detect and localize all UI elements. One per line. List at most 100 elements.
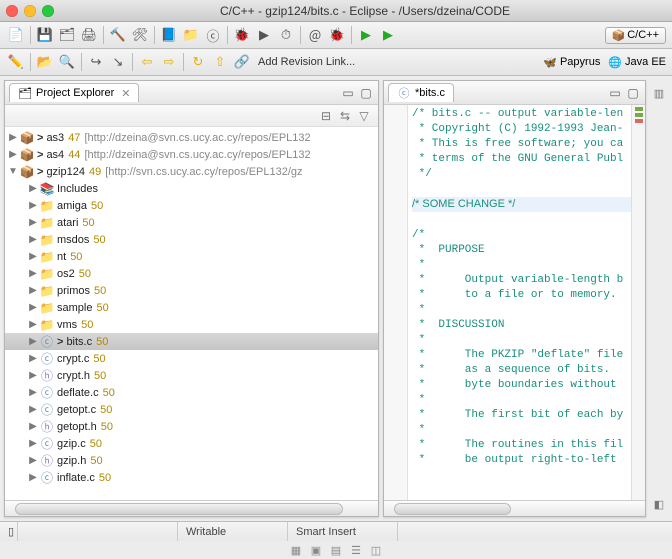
collapse-all-icon[interactable]: ⊟: [318, 108, 334, 124]
right-trim: ▥ ◧: [650, 80, 668, 517]
svn-update-icon[interactable]: ↻: [188, 52, 208, 72]
step-over-icon[interactable]: ↪: [86, 52, 106, 72]
zoom-window-button[interactable]: [42, 5, 54, 17]
editor-scrollbar-h[interactable]: [384, 500, 645, 516]
outline-view-icon[interactable]: ◧: [652, 497, 666, 511]
save-all-button[interactable]: 🗂: [57, 25, 77, 45]
svn-link-icon[interactable]: 🔗: [232, 52, 252, 72]
new-cpp-button[interactable]: 📘: [159, 25, 179, 45]
tree-node[interactable]: ▶📚Includes: [5, 180, 378, 197]
fastview-problems-icon[interactable]: ▦: [289, 543, 303, 557]
cpp-perspective-icon: 📦: [612, 29, 626, 42]
explorer-tabbar: 🗂 Project Explorer ✕ ▭ ▢: [5, 81, 378, 105]
tree-node[interactable]: ▶📁sample50: [5, 299, 378, 316]
tree-node[interactable]: ▶ⓒ>bits.c50: [5, 333, 378, 350]
tree-node[interactable]: ▶ⓒcrypt.c50: [5, 350, 378, 367]
run-button[interactable]: ▶: [254, 25, 274, 45]
tree-node[interactable]: ▶ⓒinflate.c50: [5, 469, 378, 486]
open-folder-icon[interactable]: 📂: [35, 52, 55, 72]
tree-node[interactable]: ▶ⓗgzip.h50: [5, 452, 378, 469]
editor-tab-label: *bits.c: [415, 87, 445, 99]
status-spacer: [18, 522, 178, 541]
overview-ruler[interactable]: [631, 105, 645, 500]
fastview-console-icon[interactable]: ▤: [329, 543, 343, 557]
c-file-icon: ⓒ: [397, 86, 411, 100]
main-area: 🗂 Project Explorer ✕ ▭ ▢ ⊟ ⇆ ▽ ▶📦>as347[…: [0, 76, 672, 521]
window-controls: [6, 5, 54, 17]
svn-commit-icon[interactable]: ⇧: [210, 52, 230, 72]
tree-node[interactable]: ▶📁os250: [5, 265, 378, 282]
editor-minimize-icon[interactable]: ▭: [607, 85, 623, 101]
editor-gutter: [384, 105, 408, 500]
maximize-view-icon[interactable]: ▢: [358, 85, 374, 101]
view-menu-icon[interactable]: ▽: [356, 108, 372, 124]
tree-node[interactable]: ▶📁atari50: [5, 214, 378, 231]
project-root[interactable]: ▶📦>as444[http://dzeina@svn.cs.ucy.ac.cy/…: [5, 146, 378, 163]
add-revision-link[interactable]: Add Revision Link...: [254, 56, 359, 68]
restore-view-icon[interactable]: ▥: [652, 86, 666, 100]
tree-node[interactable]: ▶ⓒgetopt.c50: [5, 401, 378, 418]
editor-maximize-icon[interactable]: ▢: [625, 85, 641, 101]
javaee-icon: 🌐: [608, 56, 622, 69]
run-external-button[interactable]: ▶: [378, 25, 398, 45]
project-root[interactable]: ▶📦>as347[http://dzeina@svn.cs.ucy.ac.cy/…: [5, 129, 378, 146]
code-area[interactable]: /* bits.c -- output variable-len * Copyr…: [408, 105, 631, 500]
tree-node[interactable]: ▶ⓒgzip.c50: [5, 435, 378, 452]
link-editor-icon[interactable]: ⇆: [337, 108, 353, 124]
tree-node[interactable]: ▶📁nt50: [5, 248, 378, 265]
perspective-switcher[interactable]: 📦 C/C++: [605, 27, 667, 44]
new-class-button[interactable]: ⓒ: [203, 25, 223, 45]
status-bar: ▯ Writable Smart Insert ▦ ▣ ▤ ☰ ◫: [0, 521, 672, 559]
javaee-perspective[interactable]: 🌐 Java EE: [608, 56, 666, 69]
tree-node[interactable]: ▶📁amiga50: [5, 197, 378, 214]
papyrus-icon: 🦋: [543, 56, 557, 69]
new-button[interactable]: 📄: [6, 25, 26, 45]
editor-panel: ⓒ *bits.c ▭ ▢ /* bits.c -- output variab…: [383, 80, 646, 517]
window-title: C/C++ - gzip124/bits.c - Eclipse - /User…: [64, 4, 666, 18]
perspective-label: C/C++: [627, 29, 659, 41]
tree-node[interactable]: ▶ⓗcrypt.h50: [5, 367, 378, 384]
minimize-window-button[interactable]: [24, 5, 36, 17]
fast-view-bar: ▦ ▣ ▤ ☰ ◫: [0, 541, 672, 559]
search-icon[interactable]: 🔍: [57, 52, 77, 72]
fastview-other-icon[interactable]: ◫: [369, 543, 383, 557]
papyrus-perspective[interactable]: 🦋 Papyrus: [543, 56, 600, 69]
step-into-icon[interactable]: ↘: [108, 52, 128, 72]
editor-tabbar: ⓒ *bits.c ▭ ▢: [384, 81, 645, 105]
tree-node[interactable]: ▶📁msdos50: [5, 231, 378, 248]
build-button[interactable]: 🔨: [108, 25, 128, 45]
editor-tab[interactable]: ⓒ *bits.c: [388, 83, 454, 102]
tree-node[interactable]: ▶ⓗgetopt.h50: [5, 418, 378, 435]
tree-node[interactable]: ▶ⓒdeflate.c50: [5, 384, 378, 401]
project-root[interactable]: ▼📦>gzip12449[http://svn.cs.ucy.ac.cy/rep…: [5, 163, 378, 180]
pencil-icon[interactable]: ✏️: [6, 52, 26, 72]
project-explorer-panel: 🗂 Project Explorer ✕ ▭ ▢ ⊟ ⇆ ▽ ▶📦>as347[…: [4, 80, 379, 517]
save-button[interactable]: 💾: [35, 25, 55, 45]
tree-node[interactable]: ▶📁vms50: [5, 316, 378, 333]
main-toolbar-1: 📄 💾 🗂 🖨 🔨 🛠 📘 📁 ⓒ 🐞 ▶ ⏱ ＠ 🐞 ▶ ▶ 📦 C/C++: [0, 22, 672, 49]
explorer-scrollbar-h[interactable]: [5, 500, 378, 516]
minimize-view-icon[interactable]: ▭: [340, 85, 356, 101]
print-button[interactable]: 🖨: [79, 25, 99, 45]
main-toolbar-2: ✏️ 📂 🔍 ↪ ↘ ⇦ ⇨ ↻ ⇧ 🔗 Add Revision Link..…: [0, 49, 672, 76]
status-smartinsert: Smart Insert: [288, 522, 398, 541]
build-all-button[interactable]: 🛠: [130, 25, 150, 45]
fastview-properties-icon[interactable]: ☰: [349, 543, 363, 557]
project-tree[interactable]: ▶📦>as347[http://dzeina@svn.cs.ucy.ac.cy/…: [5, 127, 378, 500]
bug-icon[interactable]: 🐞: [327, 25, 347, 45]
explorer-tab-label: Project Explorer: [36, 87, 114, 99]
close-window-button[interactable]: [6, 5, 18, 17]
status-rest: [398, 522, 672, 541]
fastview-tasks-icon[interactable]: ▣: [309, 543, 323, 557]
new-folder-button[interactable]: 📁: [181, 25, 201, 45]
profile-button[interactable]: ⏱: [276, 25, 296, 45]
debug-button[interactable]: 🐞: [232, 25, 252, 45]
tree-node[interactable]: ▶📁primos50: [5, 282, 378, 299]
at-icon[interactable]: ＠: [305, 25, 325, 45]
project-explorer-tab[interactable]: 🗂 Project Explorer ✕: [9, 83, 139, 102]
tab-close-icon[interactable]: ✕: [121, 87, 130, 100]
back-button[interactable]: ⇦: [137, 52, 157, 72]
run-last-button[interactable]: ▶: [356, 25, 376, 45]
forward-button[interactable]: ⇨: [159, 52, 179, 72]
code-editor[interactable]: /* bits.c -- output variable-len * Copyr…: [384, 105, 645, 500]
